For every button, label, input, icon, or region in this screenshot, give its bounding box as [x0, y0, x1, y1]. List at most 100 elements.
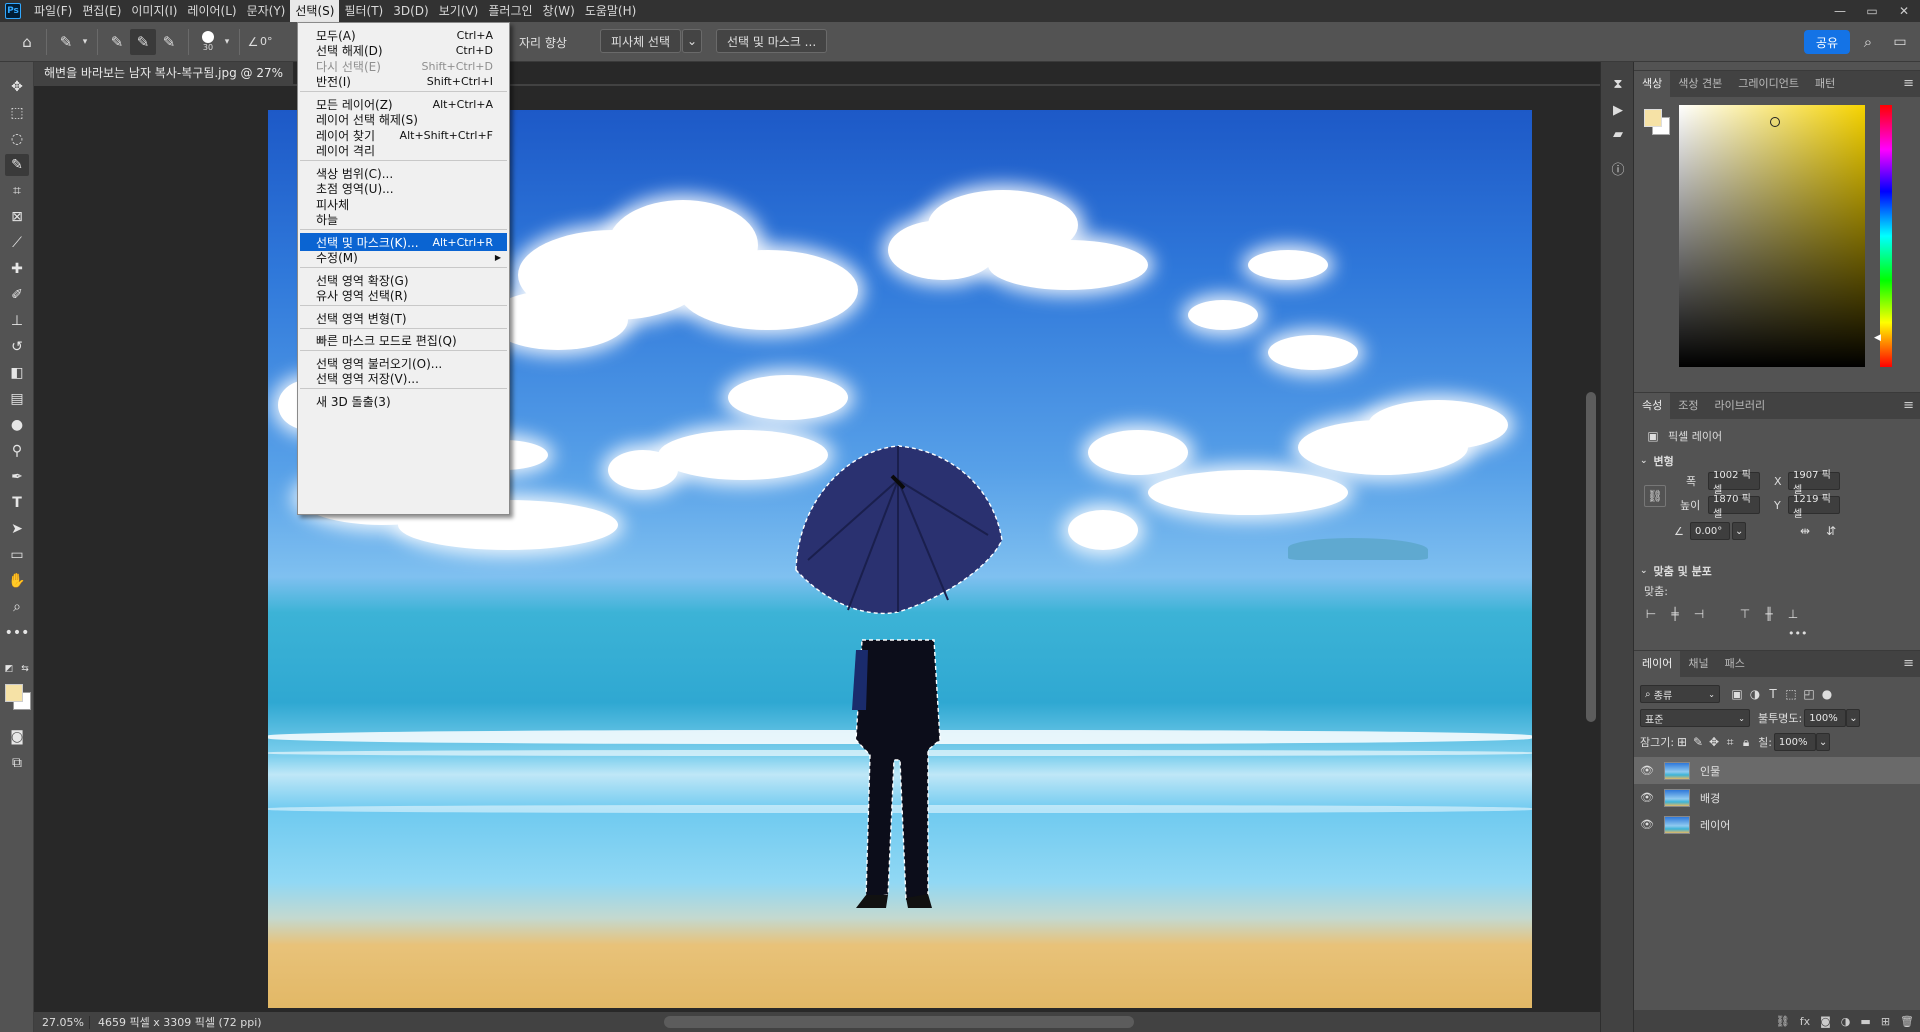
panel-tab[interactable]: 라이브러리	[1707, 393, 1774, 419]
panel-tab[interactable]: 조정	[1670, 393, 1706, 419]
y-field[interactable]: 1219 픽셀	[1788, 494, 1840, 520]
eraser-tool-icon[interactable]: ◧	[5, 362, 29, 384]
width-field[interactable]: 1002 픽셀	[1708, 470, 1760, 496]
menu-item[interactable]: 플러그인	[483, 0, 537, 22]
visibility-eye-icon[interactable]: 👁︎	[1636, 764, 1658, 777]
more-tools-icon[interactable]: •••	[5, 622, 30, 644]
panel-menu-icon[interactable]: ≡	[1903, 76, 1914, 91]
brush-tool-icon[interactable]: ✐	[5, 284, 29, 306]
blend-mode-select[interactable]: 표준 ⌄	[1640, 709, 1750, 727]
delete-layer-icon[interactable]: 🗑︎	[1900, 1015, 1914, 1028]
zoom-tool-icon[interactable]: ⌕	[5, 596, 29, 618]
document-tab[interactable]: 해변을 바라보는 남자 복사-복구됨.jpg @ 27%	[34, 62, 295, 84]
lock-image-icon[interactable]: ✎	[1690, 733, 1706, 751]
panel-tab[interactable]: 채널	[1680, 651, 1716, 677]
rectangle-tool-icon[interactable]: ▭	[5, 544, 29, 566]
lasso-tool-icon[interactable]: ◌	[5, 128, 29, 150]
screen-mode-icon[interactable]: ⧉	[5, 752, 29, 774]
panel-menu-icon[interactable]: ≡	[1903, 398, 1914, 413]
angle-field[interactable]: 0.00°	[1690, 522, 1730, 540]
hand-tool-icon[interactable]: ✋	[5, 570, 29, 592]
select-menu-item[interactable]: 레이어 격리	[300, 142, 507, 160]
subject-select-button[interactable]: 피사체 선택	[600, 29, 682, 53]
new-group-icon[interactable]: ▬	[1860, 1015, 1870, 1028]
play-icon[interactable]: ▶	[1608, 100, 1628, 120]
close-icon[interactable]: ✕	[1888, 0, 1920, 22]
menu-item[interactable]: 레이어(L)	[182, 0, 241, 22]
quick-select-tool-icon[interactable]: ✎	[5, 154, 29, 176]
select-and-mask-button[interactable]: 선택 및 마스크 ...	[716, 29, 828, 53]
foreground-color-swatch[interactable]	[1644, 109, 1662, 127]
swap-colors-icon[interactable]: ⇆	[20, 658, 30, 680]
dodge-tool-icon[interactable]: ⚲	[5, 440, 29, 462]
panel-tab[interactable]: 속성	[1634, 393, 1671, 419]
opacity-field[interactable]: 100%	[1804, 709, 1847, 727]
panel-tab[interactable]: 패스	[1717, 651, 1753, 677]
hue-slider[interactable]	[1880, 105, 1892, 367]
menu-item[interactable]: 파일(F)	[29, 0, 77, 22]
align-hcenter-icon[interactable]: ╪	[1666, 605, 1684, 623]
filter-pixel-icon[interactable]: ▣	[1728, 685, 1746, 703]
align-bottom-icon[interactable]: ⊥	[1784, 605, 1802, 623]
layer-filter-select[interactable]: ⌕ 종류 ⌄	[1640, 685, 1720, 703]
menu-item[interactable]: 3D(D)	[388, 0, 433, 22]
select-menu-item[interactable]: 선택 영역 저장(V)...	[300, 370, 507, 388]
lock-position-icon[interactable]: ✥	[1706, 733, 1722, 751]
layer-row[interactable]: 👁︎ 인물	[1634, 757, 1920, 784]
minimize-icon[interactable]: —	[1824, 0, 1856, 22]
layer-style-icon[interactable]: fx	[1800, 1015, 1810, 1028]
history-brush-icon[interactable]: ↺	[5, 336, 29, 358]
color-picker-marker[interactable]	[1770, 117, 1780, 127]
select-menu-item[interactable]: 하늘	[300, 211, 507, 229]
move-tool-icon[interactable]: ✥	[5, 76, 29, 98]
panel-tab[interactable]: 그레이디언트	[1730, 71, 1807, 97]
align-vcenter-icon[interactable]: ╫	[1760, 605, 1778, 623]
fill-field[interactable]: 100%	[1773, 733, 1816, 751]
lock-all-icon[interactable]: 🔒︎	[1738, 733, 1754, 751]
chevron-down-icon[interactable]: ⌄	[1640, 566, 1648, 576]
chevron-down-icon[interactable]: ▾	[79, 29, 91, 55]
align-left-icon[interactable]: ⊢	[1642, 605, 1660, 623]
lock-artboard-icon[interactable]: ⌗	[1722, 733, 1738, 751]
new-layer-icon[interactable]: ⊞	[1881, 1015, 1890, 1028]
menu-item[interactable]: 필터(T)	[339, 0, 388, 22]
flip-horizontal-icon[interactable]: ⇹	[1796, 522, 1814, 540]
visibility-eye-icon[interactable]: 👁︎	[1636, 791, 1658, 804]
search-icon[interactable]: ⌕	[1856, 30, 1880, 54]
chevron-down-icon[interactable]: ⌄	[1846, 709, 1861, 727]
brush-size-control[interactable]: 30	[195, 31, 221, 52]
zoom-level[interactable]: 27.05%	[34, 1015, 90, 1029]
quick-select-icon[interactable]: ✎	[53, 29, 79, 55]
type-tool-icon[interactable]: T	[5, 492, 29, 514]
layer-row[interactable]: 👁︎ 배경	[1634, 784, 1920, 811]
chevron-down-icon[interactable]: ⌄	[682, 29, 702, 53]
more-options[interactable]: •••	[1788, 627, 1920, 640]
select-menu-item[interactable]: 유사 영역 선택(R)	[300, 287, 507, 305]
healing-brush-icon[interactable]: ✚	[5, 258, 29, 280]
chevron-down-icon[interactable]: ⌄	[1640, 456, 1648, 466]
select-menu-item[interactable]: 반전(I) Shift+Ctrl+I	[300, 73, 507, 91]
select-menu-item[interactable]: 선택 영역 변형(T)	[300, 309, 507, 327]
foreground-color-swatch[interactable]	[5, 684, 23, 702]
menu-item[interactable]: 창(W)	[538, 0, 580, 22]
crop-tool-icon[interactable]: ⌗	[5, 180, 29, 202]
align-section[interactable]: ⌄ 맞춤 및 분포	[1640, 563, 1920, 579]
eyedropper-tool-icon[interactable]: ⟋	[5, 232, 29, 254]
comment-icon[interactable]: ▰	[1608, 124, 1628, 144]
chevron-down-icon[interactable]: ⌄	[1815, 733, 1830, 751]
flip-vertical-icon[interactable]: ⇵	[1822, 522, 1840, 540]
lock-transparent-icon[interactable]: ⊞	[1674, 733, 1690, 751]
panel-tab[interactable]: 색상	[1634, 71, 1671, 97]
menu-item[interactable]: 보기(V)	[434, 0, 484, 22]
path-select-icon[interactable]: ➤	[5, 518, 29, 540]
quick-mask-icon[interactable]: ◙	[5, 726, 29, 748]
link-icon[interactable]: ⛓	[1644, 485, 1666, 507]
visibility-eye-icon[interactable]: 👁︎	[1636, 818, 1658, 831]
menu-item[interactable]: 편집(E)	[77, 0, 126, 22]
home-icon[interactable]: ⌂	[14, 29, 40, 55]
vertical-scrollbar[interactable]	[1586, 392, 1596, 722]
height-field[interactable]: 1870 픽셀	[1708, 494, 1760, 520]
panel-menu-icon[interactable]: ≡	[1903, 656, 1914, 671]
horizontal-scrollbar[interactable]	[664, 1016, 1134, 1028]
gradient-tool-icon[interactable]: ▤	[5, 388, 29, 410]
